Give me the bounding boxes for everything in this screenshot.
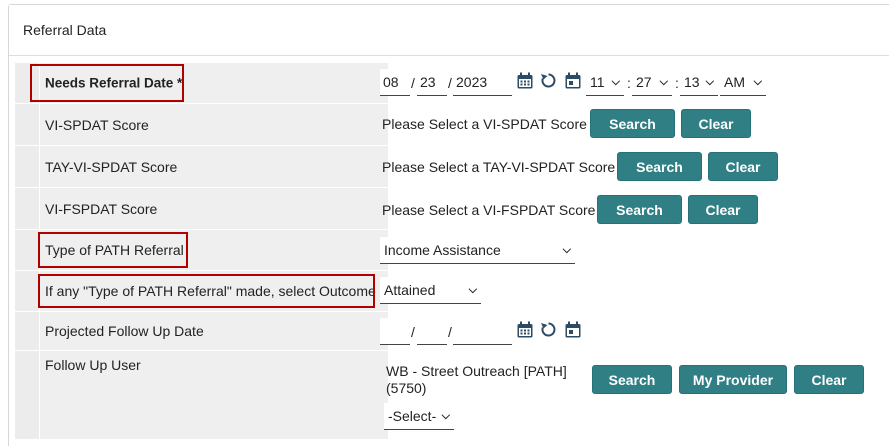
hour-select[interactable]: 11 ⌵ <box>586 69 624 96</box>
reset-icon[interactable] <box>540 321 557 338</box>
vi-fspdat-search-button[interactable]: Search <box>597 195 682 224</box>
calendar-icon[interactable] <box>516 72 534 90</box>
follow-up-user-id: (5750) <box>386 380 427 396</box>
highlight-box <box>38 274 375 308</box>
reset-icon[interactable] <box>540 72 557 89</box>
chevron-down-icon: ⌵ <box>611 76 620 88</box>
chevron-down-icon: ⌵ <box>468 284 477 296</box>
clock-calendar-icon[interactable] <box>564 72 582 90</box>
ampm-select[interactable]: AM ⌵ <box>720 69 766 96</box>
outcome-select[interactable]: Attained ⌵ <box>380 277 481 304</box>
chevron-down-icon: ⌵ <box>659 76 668 88</box>
referral-month-input[interactable]: 08 <box>380 69 410 96</box>
follow-up-day-input[interactable] <box>417 318 447 345</box>
follow-up-user-value: WB - Street Outreach [PATH] <box>386 363 567 379</box>
my-provider-button[interactable]: My Provider <box>679 365 787 394</box>
panel-header: Referral Data <box>9 5 889 56</box>
type-of-path-referral-select[interactable]: Income Assistance ⌵ <box>380 237 575 264</box>
vi-spdat-search-button[interactable]: Search <box>590 109 675 138</box>
vi-spdat-clear-button[interactable]: Clear <box>681 109 751 138</box>
panel-title: Referral Data <box>23 22 107 38</box>
tay-vi-spdat-search-button[interactable]: Search <box>617 152 702 181</box>
follow-up-user-label: Follow Up User <box>45 357 141 373</box>
follow-up-clear-button[interactable]: Clear <box>794 365 864 394</box>
minute-select[interactable]: 27 ⌵ <box>632 69 672 96</box>
follow-up-year-input[interactable] <box>453 318 512 345</box>
chevron-down-icon: ⌵ <box>753 76 762 88</box>
referral-year-input[interactable]: 2023 <box>453 69 512 96</box>
second-select[interactable]: 13 ⌵ <box>680 69 718 96</box>
follow-up-user-select[interactable]: -Select- ⌵ <box>384 403 454 430</box>
chevron-down-icon: ⌵ <box>705 76 714 88</box>
vi-fspdat-clear-button[interactable]: Clear <box>688 195 758 224</box>
chevron-down-icon: ⌵ <box>562 244 571 256</box>
vi-fspdat-value: Please Select a VI-FSPDAT Score <box>382 202 596 218</box>
highlight-box <box>30 64 184 102</box>
vi-spdat-label: VI-SPDAT Score <box>45 116 149 133</box>
highlight-box <box>38 232 188 268</box>
follow-up-search-button[interactable]: Search <box>592 365 672 394</box>
chevron-down-icon: ⌵ <box>441 410 450 422</box>
calendar-icon[interactable] <box>516 321 534 339</box>
vi-fspdat-label: VI-FSPDAT Score <box>45 200 158 217</box>
clock-calendar-icon[interactable] <box>564 321 582 339</box>
tay-vi-spdat-value: Please Select a TAY-VI-SPDAT Score <box>382 159 616 175</box>
vi-spdat-value: Please Select a VI-SPDAT Score <box>382 116 587 132</box>
follow-up-month-input[interactable] <box>380 318 410 345</box>
projected-follow-up-date-label: Projected Follow Up Date <box>45 323 204 339</box>
tay-vi-spdat-clear-button[interactable]: Clear <box>708 152 778 181</box>
tay-vi-spdat-label: TAY-VI-SPDAT Score <box>45 158 178 175</box>
referral-day-input[interactable]: 23 <box>417 69 447 96</box>
